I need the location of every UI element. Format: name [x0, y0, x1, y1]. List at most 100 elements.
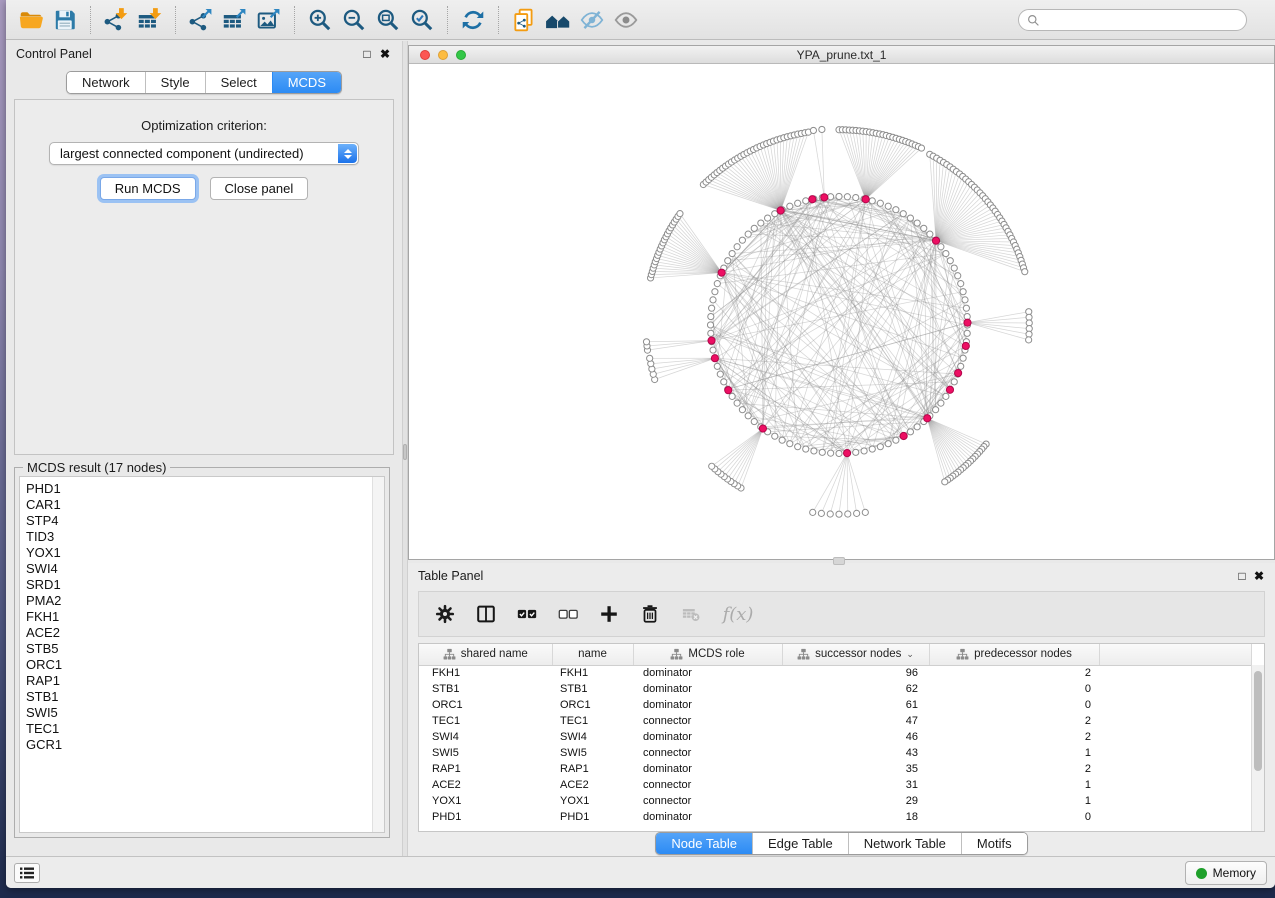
search-box[interactable] [1018, 9, 1247, 31]
table-row[interactable]: SWI5SWI5connector431 [419, 745, 1251, 761]
add-row-icon [598, 603, 620, 625]
table-row[interactable]: PHD1PHD1dominator180 [419, 809, 1251, 825]
mcds-result-item[interactable]: TEC1 [26, 721, 384, 737]
delete-table-icon [680, 603, 702, 625]
table-scrollbar[interactable] [1251, 665, 1264, 831]
mcds-result-item[interactable]: CAR1 [26, 497, 384, 513]
settings-gear-button[interactable] [433, 602, 457, 626]
export-network-icon [188, 7, 214, 33]
function-builder-button[interactable]: f(x) [720, 602, 756, 626]
memory-button[interactable]: Memory [1185, 861, 1267, 885]
tab-select[interactable]: Select [205, 72, 272, 93]
duplicate-network-button[interactable] [507, 5, 541, 35]
network-canvas[interactable] [409, 65, 1274, 559]
zoom-fit-icon [375, 7, 401, 33]
tab-style[interactable]: Style [145, 72, 205, 93]
show-hidden-button[interactable] [609, 5, 643, 35]
table-tab-edge-table[interactable]: Edge Table [752, 833, 848, 854]
table-tab-network-table[interactable]: Network Table [848, 833, 961, 854]
zoom-selected-button[interactable] [405, 5, 439, 35]
add-row-button[interactable] [597, 602, 621, 626]
mcds-result-item[interactable]: GCR1 [26, 737, 384, 753]
network-view-window: YPA_prune.txt_1 [408, 45, 1275, 560]
mcds-result-groupbox: MCDS result (17 nodes) PHD1CAR1STP4TID3Y… [14, 467, 390, 838]
float-panel-icon[interactable]: □ [360, 47, 374, 61]
task-history-button[interactable] [14, 863, 40, 883]
select-all-checkboxes-button[interactable] [515, 602, 539, 626]
export-image-icon [256, 7, 282, 33]
table-row[interactable]: FKH1FKH1dominator962 [419, 665, 1251, 681]
status-bar: Memory [6, 856, 1275, 888]
run-mcds-button[interactable]: Run MCDS [100, 177, 196, 200]
mcds-result-list[interactable]: PHD1CAR1STP4TID3YOX1SWI4SRD1PMA2FKH1ACE2… [19, 476, 385, 833]
network-graph[interactable] [409, 65, 1274, 559]
column-header-name[interactable]: name [552, 644, 633, 665]
table-row[interactable]: STB1STB1dominator620 [419, 681, 1251, 697]
tab-network[interactable]: Network [67, 72, 145, 93]
mcds-result-item[interactable]: PMA2 [26, 593, 384, 609]
export-network-button[interactable] [184, 5, 218, 35]
deselect-all-checkboxes-button[interactable] [556, 602, 580, 626]
zoom-in-icon [307, 7, 333, 33]
table-row[interactable]: TEC1TEC1connector472 [419, 713, 1251, 729]
import-table-button[interactable] [133, 5, 167, 35]
mcds-result-item[interactable]: STB5 [26, 641, 384, 657]
tab-mcds[interactable]: MCDS [272, 72, 341, 93]
table-tab-motifs[interactable]: Motifs [961, 833, 1027, 854]
optimization-criterion-select[interactable]: largest connected component (undirected) [49, 142, 359, 165]
table-row[interactable]: YOX1YOX1connector291 [419, 793, 1251, 809]
table-row[interactable]: ACE2ACE2connector311 [419, 777, 1251, 793]
hide-selected-button[interactable] [575, 5, 609, 35]
save-session-button[interactable] [48, 5, 82, 35]
import-network-button[interactable] [99, 5, 133, 35]
export-table-button[interactable] [218, 5, 252, 35]
mcds-list-scrollbar[interactable] [372, 477, 384, 832]
float-table-panel-icon[interactable]: □ [1235, 569, 1249, 583]
first-neighbors-button[interactable] [541, 5, 575, 35]
divider-grip[interactable] [403, 444, 407, 460]
mcds-result-item[interactable]: PHD1 [26, 481, 384, 497]
column-header-successor-nodes[interactable]: successor nodes⌄ [782, 644, 929, 665]
save-session-icon [52, 7, 78, 33]
zoom-fit-button[interactable] [371, 5, 405, 35]
table-row[interactable]: ORC1ORC1dominator610 [419, 697, 1251, 713]
export-image-button[interactable] [252, 5, 286, 35]
close-panel-icon[interactable]: ✖ [378, 47, 392, 61]
mcds-result-item[interactable]: ORC1 [26, 657, 384, 673]
delete-table-button[interactable] [679, 602, 703, 626]
mcds-result-item[interactable]: TID3 [26, 529, 384, 545]
table-row[interactable]: RAP1RAP1dominator352 [419, 761, 1251, 777]
mcds-result-item[interactable]: SWI4 [26, 561, 384, 577]
close-panel-button[interactable]: Close panel [210, 177, 309, 200]
zoom-out-button[interactable] [337, 5, 371, 35]
toolbar-separator [90, 6, 91, 34]
mcds-result-item[interactable]: STB1 [26, 689, 384, 705]
node-table[interactable]: shared namename MCDS role successor node… [418, 643, 1265, 832]
horizontal-divider-grip[interactable] [833, 557, 845, 565]
mcds-result-item[interactable]: YOX1 [26, 545, 384, 561]
memory-status-icon [1196, 868, 1207, 879]
table-tabs: Node TableEdge TableNetwork TableMotifs [408, 832, 1275, 856]
mcds-result-title: MCDS result (17 nodes) [23, 460, 170, 475]
mcds-result-item[interactable]: RAP1 [26, 673, 384, 689]
mcds-result-item[interactable]: STP4 [26, 513, 384, 529]
zoom-in-button[interactable] [303, 5, 337, 35]
open-file-button[interactable] [14, 5, 48, 35]
column-header-shared-name[interactable]: shared name [419, 644, 552, 665]
mcds-result-item[interactable]: SRD1 [26, 577, 384, 593]
table-tab-node-table[interactable]: Node Table [656, 833, 752, 854]
column-header-predecessor-nodes[interactable]: predecessor nodes [929, 644, 1099, 665]
search-input[interactable] [1045, 11, 1246, 29]
mcds-result-item[interactable]: ACE2 [26, 625, 384, 641]
function-builder-icon: f(x) [723, 604, 754, 625]
delete-row-button[interactable] [638, 602, 662, 626]
mcds-result-item[interactable]: SWI5 [26, 705, 384, 721]
network-title: YPA_prune.txt_1 [409, 48, 1274, 62]
mcds-result-item[interactable]: FKH1 [26, 609, 384, 625]
table-row[interactable]: SWI4SWI4dominator462 [419, 729, 1251, 745]
column-header-MCDS-role[interactable]: MCDS role [633, 644, 782, 665]
table-scrollbar-thumb[interactable] [1254, 671, 1262, 771]
refresh-layout-button[interactable] [456, 5, 490, 35]
show-columns-button[interactable] [474, 602, 498, 626]
close-table-panel-icon[interactable]: ✖ [1252, 569, 1266, 583]
